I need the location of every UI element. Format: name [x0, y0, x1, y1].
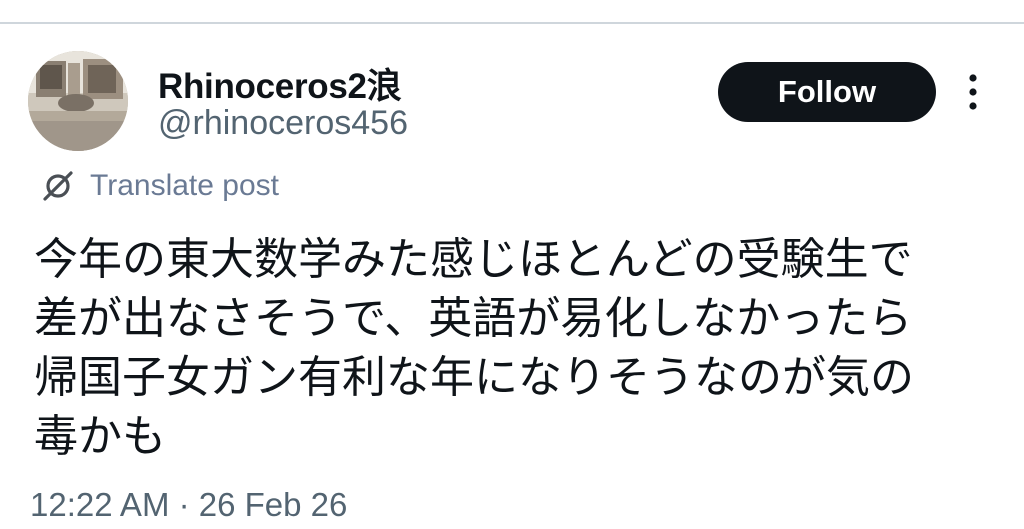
- translate-post-label: Translate post: [90, 169, 279, 202]
- post-detail: Rhinoceros2浪 @rhinoceros456 Follow Trans…: [0, 0, 1024, 529]
- more-options-button[interactable]: [958, 70, 988, 114]
- author-display-name[interactable]: Rhinoceros2浪: [158, 58, 402, 109]
- post-timestamp[interactable]: 12:22 AM · 26 Feb 26: [30, 486, 347, 524]
- translate-globe-icon: [43, 171, 73, 201]
- post-text: 今年の東大数学みた感じほとんどの受験生で 差が出なさそうで、英語が易化しなかった…: [34, 234, 914, 462]
- top-divider: [0, 22, 1024, 24]
- more-vertical-icon: [969, 74, 977, 110]
- follow-button[interactable]: Follow: [718, 62, 936, 122]
- avatar-image: [28, 51, 128, 151]
- translate-post-link[interactable]: Translate post: [40, 166, 279, 206]
- author-handle[interactable]: @rhinoceros456: [158, 104, 408, 143]
- avatar[interactable]: [28, 51, 128, 151]
